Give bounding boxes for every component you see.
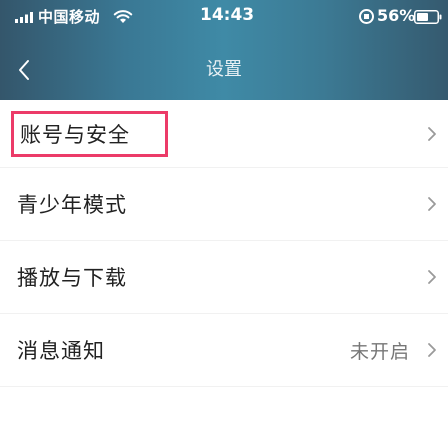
settings-item-teen-mode[interactable]: 青少年模式 [0,168,448,241]
orientation-lock-icon [359,9,374,24]
settings-item-label: 播放与下载 [17,266,127,290]
chevron-right-icon [428,270,436,284]
settings-item-playback-download[interactable]: 播放与下载 [0,241,448,314]
settings-item-notifications[interactable]: 消息通知 未开启 [0,314,448,387]
battery-percentage: 56% [377,6,416,25]
settings-item-label: 账号与安全 [11,110,168,157]
carrier-name: 中国移动 [38,8,101,26]
chevron-left-icon [19,60,29,80]
chevron-right-icon [428,126,436,141]
settings-item-label: 消息通知 [17,339,105,363]
clock: 14:43 [200,5,255,25]
chevron-right-icon [428,197,436,211]
wifi-icon [113,10,133,23]
settings-item-label: 青少年模式 [17,193,127,217]
settings-item-value: 未开启 [349,340,410,363]
back-button[interactable] [6,52,42,88]
settings-list: 账号与安全 青少年模式 播放与下载 消息通知 未开启 [0,100,448,387]
page-title: 设置 [206,59,242,80]
battery-icon [414,10,442,24]
settings-item-account-security[interactable]: 账号与安全 [0,100,448,168]
status-bar: 中国移动 14:43 56% [0,0,448,34]
app-header: 中国移动 14:43 56% 设置 [0,0,448,100]
chevron-right-icon [428,343,436,357]
cellular-signal-icon [15,12,33,23]
